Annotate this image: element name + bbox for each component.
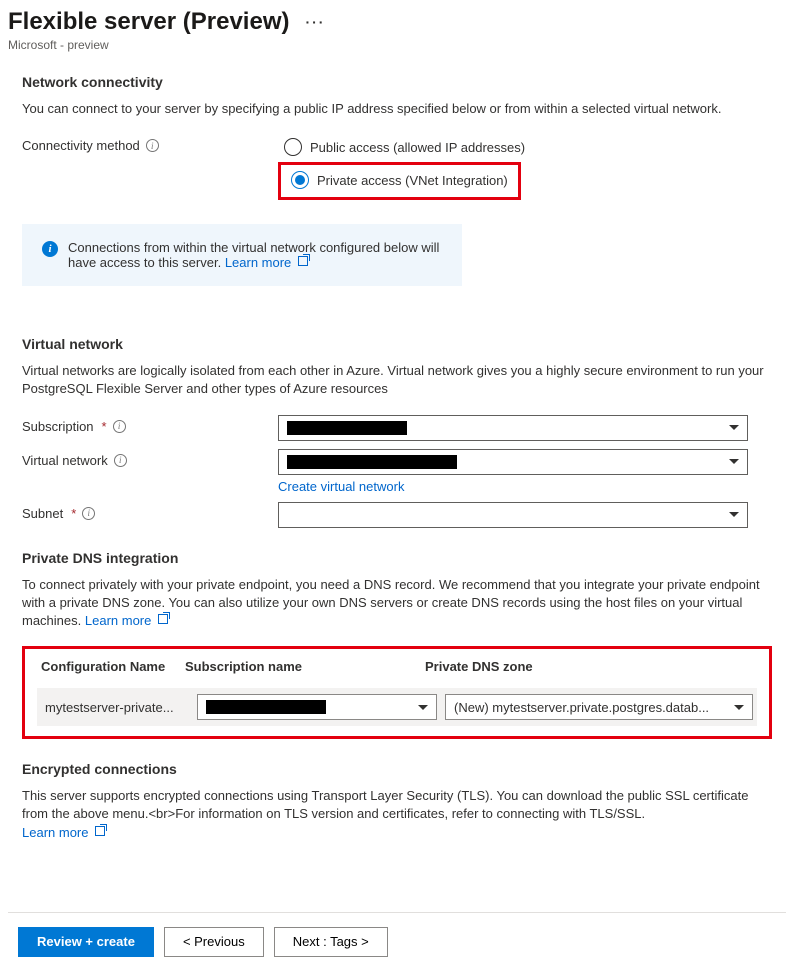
page-subtitle: Microsoft - preview	[8, 38, 786, 52]
radio-icon	[284, 138, 302, 156]
encryption-learn-more-link[interactable]: Learn more	[22, 825, 105, 840]
next-button[interactable]: Next : Tags >	[274, 927, 388, 957]
dns-col-subscription: Subscription name	[185, 659, 425, 674]
dns-heading: Private DNS integration	[22, 550, 772, 566]
virtual-network-select[interactable]	[278, 449, 748, 475]
info-icon[interactable]: i	[82, 507, 95, 520]
radio-public-label: Public access (allowed IP addresses)	[310, 140, 525, 155]
subnet-label: Subnet	[22, 506, 63, 521]
chevron-down-icon	[729, 512, 739, 517]
chevron-down-icon	[729, 425, 739, 430]
radio-icon-checked	[291, 171, 309, 189]
connectivity-method-label: Connectivity method	[22, 138, 140, 153]
page-title: Flexible server (Preview)	[8, 8, 289, 36]
dns-table-row: mytestserver-private... (New) mytestserv…	[37, 688, 757, 726]
chevron-down-icon	[729, 459, 739, 464]
wizard-footer: Review + create < Previous Next : Tags >	[8, 912, 786, 971]
network-heading: Network connectivity	[22, 74, 772, 90]
chevron-down-icon	[418, 705, 428, 710]
required-indicator: *	[71, 506, 76, 521]
dns-highlight-box: Configuration Name Subscription name Pri…	[22, 646, 772, 739]
vnet-description: Virtual networks are logically isolated …	[22, 362, 772, 398]
external-link-icon	[158, 614, 168, 624]
redacted-value	[206, 700, 326, 714]
virtual-network-label: Virtual network	[22, 453, 108, 468]
required-indicator: *	[102, 419, 107, 434]
info-icon[interactable]: i	[114, 454, 127, 467]
subscription-label: Subscription	[22, 419, 94, 434]
info-banner: i Connections from within the virtual ne…	[22, 224, 462, 286]
chevron-down-icon	[734, 705, 744, 710]
dns-zone-value: (New) mytestserver.private.postgres.data…	[454, 700, 709, 715]
dns-config-name: mytestserver-private...	[41, 700, 189, 715]
previous-button[interactable]: < Previous	[164, 927, 264, 957]
network-description: You can connect to your server by specif…	[22, 100, 772, 118]
dns-subscription-select[interactable]	[197, 694, 437, 720]
encryption-description: This server supports encrypted connectio…	[22, 788, 748, 821]
info-banner-learn-more-link[interactable]: Learn more	[225, 255, 308, 270]
dns-zone-select[interactable]: (New) mytestserver.private.postgres.data…	[445, 694, 753, 720]
vnet-heading: Virtual network	[22, 336, 772, 352]
subscription-select[interactable]	[278, 415, 748, 441]
info-icon[interactable]: i	[146, 139, 159, 152]
external-link-icon	[298, 256, 308, 266]
highlight-box: Private access (VNet Integration)	[278, 162, 521, 200]
dns-col-zone: Private DNS zone	[425, 659, 757, 674]
create-virtual-network-link[interactable]: Create virtual network	[278, 479, 404, 494]
info-banner-icon: i	[42, 241, 58, 257]
info-icon[interactable]: i	[113, 420, 126, 433]
radio-private-access[interactable]: Private access (VNet Integration)	[285, 167, 514, 193]
subnet-select[interactable]	[278, 502, 748, 528]
radio-private-label: Private access (VNet Integration)	[317, 173, 508, 188]
redacted-value	[287, 455, 457, 469]
dns-col-config: Configuration Name	[37, 659, 185, 674]
dns-learn-more-link[interactable]: Learn more	[85, 613, 168, 628]
more-menu-icon[interactable]: ···	[305, 14, 325, 30]
redacted-value	[287, 421, 407, 435]
review-create-button[interactable]: Review + create	[18, 927, 154, 957]
external-link-icon	[95, 826, 105, 836]
radio-public-access[interactable]: Public access (allowed IP addresses)	[278, 134, 748, 160]
encryption-heading: Encrypted connections	[22, 761, 772, 777]
